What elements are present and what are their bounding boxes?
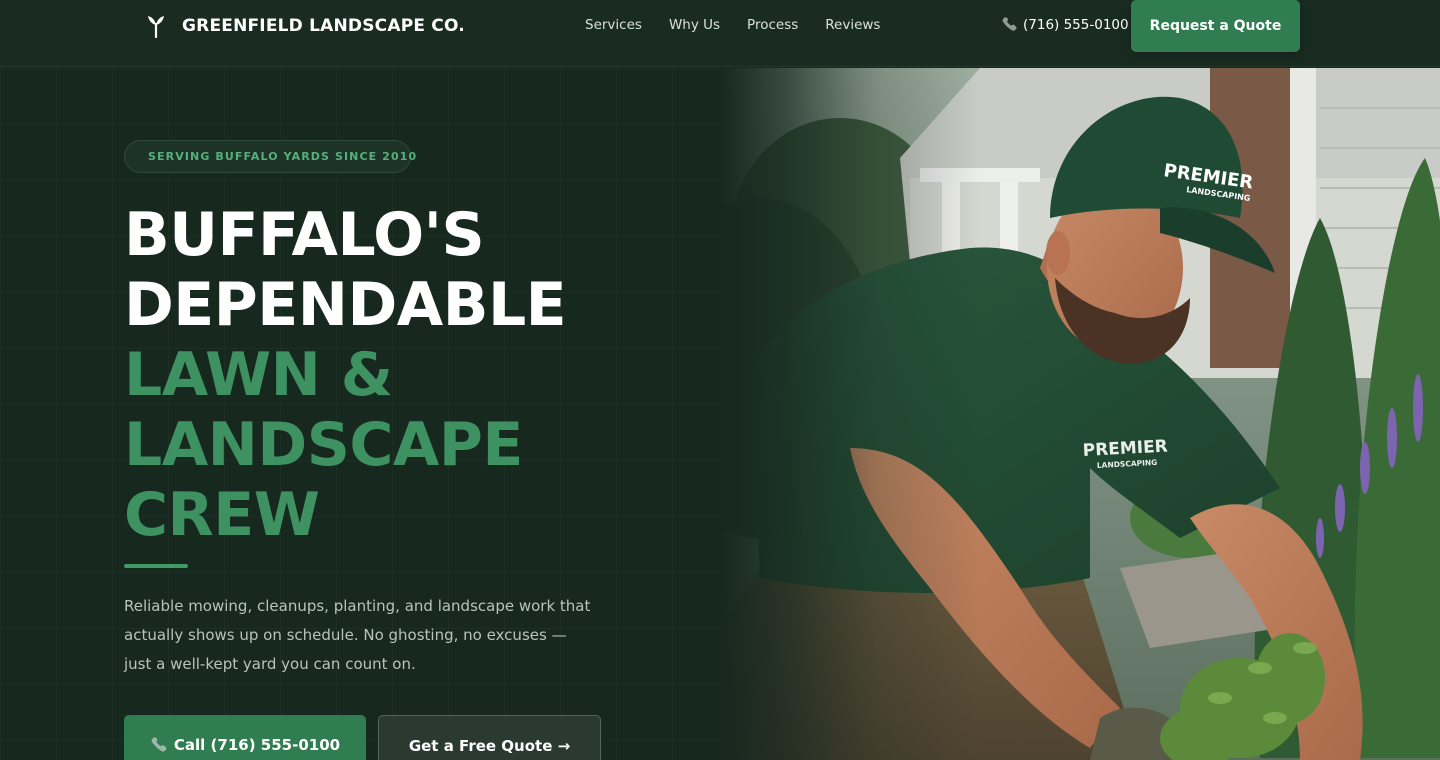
nav-links: Services Why Us Process Reviews [585,17,907,33]
headline-line-2: DEPENDABLE [124,270,567,340]
nav-link-reviews[interactable]: Reviews [825,17,880,33]
phone-icon [1002,17,1017,31]
headline-line-5: CREW [124,480,320,550]
brand-logo-link[interactable]: GREENFIELD LANDSCAPE CO. [146,14,465,38]
top-nav: GREENFIELD LANDSCAPE CO. Services Why Us… [0,0,1440,67]
nav-link-services[interactable]: Services [585,17,642,33]
nav-phone-link[interactable]: (716) 555-0100 [1001,16,1129,33]
sprout-icon [148,16,164,38]
nav-link-why-us[interactable]: Why Us [669,17,720,33]
call-button[interactable]: Call (716) 555-0100 [124,715,366,760]
headline-line-4: LANDSCAPE [124,410,523,480]
badge-text: SERVING BUFFALO YARDS SINCE 2010 [148,150,418,163]
hero-subtext: Reliable mowing, cleanups, planting, and… [124,597,591,673]
headline-line-1: BUFFALO'S [124,200,485,270]
request-quote-button[interactable]: Request a Quote [1131,0,1300,52]
headline-line-3: LAWN & [124,340,393,410]
brand-name: GREENFIELD LANDSCAPE CO. [182,16,465,36]
nav-phone-number: (716) 555-0100 [1023,16,1129,33]
hero-photo: PREMIER LANDSCAPING PREMIER LANDSCAPING [720,68,1440,760]
landscaper-photo: PREMIER LANDSCAPING PREMIER LANDSCAPING [720,68,1440,760]
free-quote-button[interactable]: Get a Free Quote → [378,715,601,760]
nav-link-process[interactable]: Process [747,17,798,33]
headline-underline [124,564,188,568]
hero-badge: SERVING BUFFALO YARDS SINCE 2010 [124,140,416,173]
phone-icon [151,737,167,752]
hero-headline: BUFFALO'S DEPENDABLE LAWN & LANDSCAPE CR… [124,200,644,550]
free-quote-button-label: Get a Free Quote → [408,737,571,755]
call-button-label: Call (716) 555-0100 [173,736,341,754]
